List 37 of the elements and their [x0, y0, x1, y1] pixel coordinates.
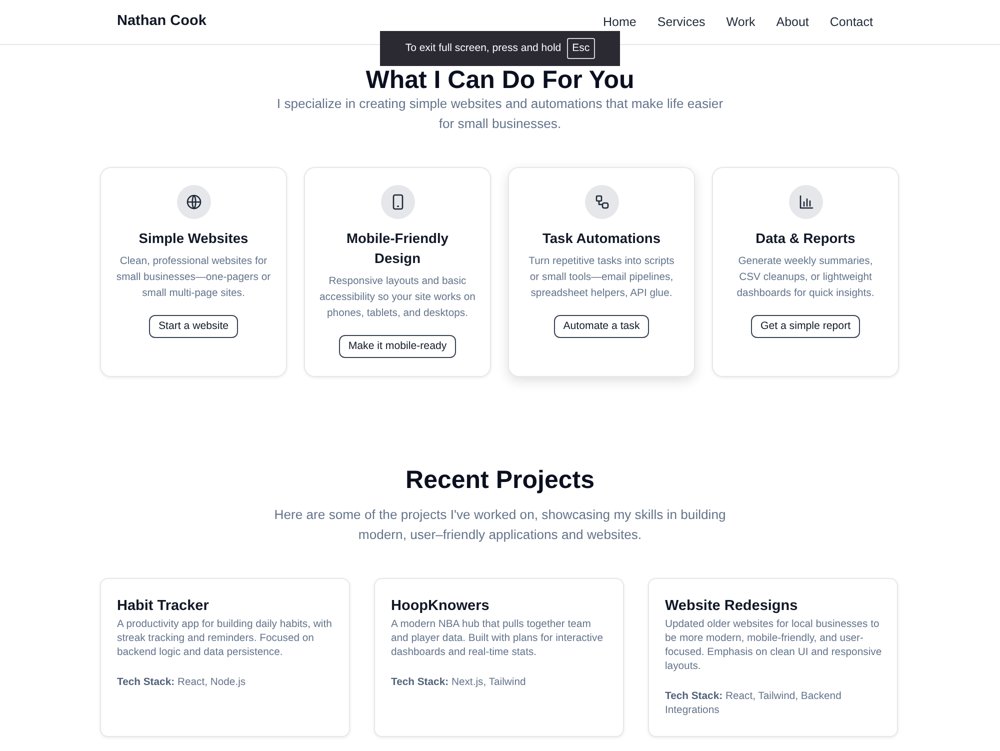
- cta-button[interactable]: Get a simple report: [751, 315, 860, 338]
- card-title: Data & Reports: [754, 230, 856, 248]
- cta-button[interactable]: Make it mobile-ready: [339, 335, 456, 358]
- tech-stack: Tech Stack: React, Node.js: [117, 676, 247, 690]
- card-description: Clean, professional websites for small businesses—one-pagers or small multi-page sites.: [115, 255, 272, 301]
- globe-icon: [176, 185, 210, 219]
- card-description: Generate weekly summaries, CSV cleanups, or lightweight dashboards for quick insights.: [736, 255, 876, 301]
- phone-icon: [380, 185, 414, 219]
- card-title: Mobile-Friendly Design: [346, 230, 450, 268]
- section-subtitle: I specialize in creating simple websites and automations that make life easier for small businesses.: [276, 95, 724, 133]
- card-title: Task Automations: [541, 230, 662, 248]
- project-title: Website Redesigns: [665, 597, 799, 616]
- project-description: A productivity app for building daily habits, with streak tracking and reminders. Focused on backend logic and data persistence.: [117, 618, 333, 660]
- key-label: Esc: [567, 38, 595, 59]
- tech-stack: Tech Stack: Next.js, Tailwind: [391, 676, 527, 690]
- section-heading: Recent Projects: [404, 465, 596, 495]
- tech-stack: Tech Stack: React, Tailwind, Backend Integrations: [665, 690, 842, 718]
- nav-link[interactable]: About: [776, 12, 809, 32]
- card-title: Simple Websites: [138, 230, 250, 248]
- bar-chart-icon: [788, 185, 822, 219]
- connected-squares-icon: [584, 185, 618, 219]
- section-subtitle: Here are some of the projects I've worked on, showcasing my skills in building modern, user–friendly applications and websites.: [273, 506, 727, 544]
- project-title: HoopKnowers: [391, 597, 490, 616]
- nav-link[interactable]: Work: [726, 12, 756, 32]
- nav-link[interactable]: Contact: [830, 12, 873, 32]
- project-description: Updated older websites for local businesses to be more modern, mobile-friendly, and user-focused. Emphasis on clean UI and responsive layouts.: [665, 618, 883, 674]
- section-heading: What I Can Do For You: [364, 66, 636, 94]
- nav-link[interactable]: Home: [603, 12, 636, 32]
- card-description: Responsive layouts and basic accessibility so your site works on phones, tablets, and desktops.: [319, 275, 476, 321]
- card-description: Turn repetitive tasks into scripts or small tools—email pipelines, spreadsheet helpers, API glue.: [528, 255, 676, 301]
- nav-link[interactable]: Services: [657, 12, 706, 32]
- cta-button[interactable]: Start a website: [149, 315, 238, 338]
- brand-name[interactable]: Nathan Cook: [117, 11, 206, 33]
- project-description: A modern NBA hub that pulls together team and player data. Built with plans for interactive dashboards and real-time stats.: [391, 618, 604, 660]
- cta-button[interactable]: Automate a task: [554, 315, 649, 338]
- notice-text: To exit full screen, press and hold: [405, 40, 562, 56]
- project-title: Habit Tracker: [117, 597, 210, 616]
